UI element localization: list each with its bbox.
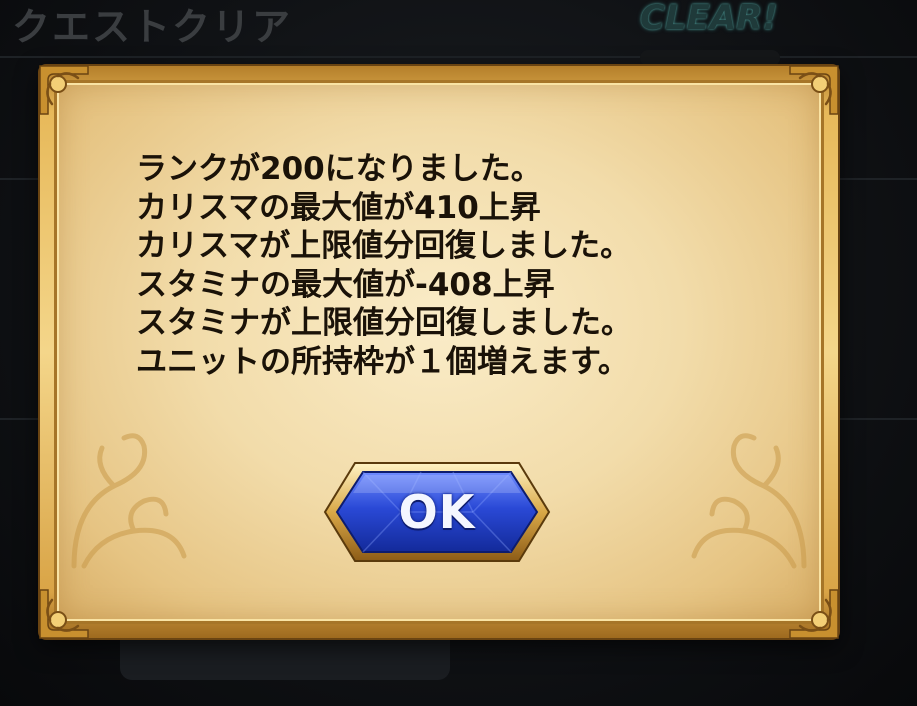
scroll-flourish-icon bbox=[54, 426, 214, 576]
ok-button-label: OK bbox=[398, 485, 476, 539]
rank-up-dialog: ランクが200になりました。 カリスマの最大値が410上昇 カリスマが上限値分回… bbox=[39, 65, 839, 639]
gold-corner-ornament-icon bbox=[784, 60, 844, 120]
gold-corner-ornament-icon bbox=[34, 584, 94, 644]
ok-button[interactable]: OK bbox=[321, 459, 553, 565]
game-screen: クエストクリア CLEAR! ランクが200になりました。 カリスマの最大値が4… bbox=[0, 0, 917, 706]
message-line: スタミナが上限値分回復しました。 bbox=[136, 305, 632, 341]
message-line: スタミナの最大値が-408上昇 bbox=[136, 266, 555, 303]
scroll-flourish-icon bbox=[664, 426, 824, 576]
message-line: カリスマの最大値が410上昇 bbox=[136, 189, 541, 226]
message-line: ユニットの所持枠が１個増えます。 bbox=[136, 343, 629, 380]
dialog-message: ランクが200になりました。 カリスマの最大値が410上昇 カリスマが上限値分回… bbox=[136, 150, 776, 381]
background-panel bbox=[640, 50, 780, 66]
message-line: カリスマが上限値分回復しました。 bbox=[136, 228, 632, 264]
screen-title: クエストクリア bbox=[12, 5, 293, 49]
clear-badge: CLEAR! bbox=[640, 0, 778, 38]
gold-corner-ornament-icon bbox=[34, 60, 94, 120]
gold-corner-ornament-icon bbox=[784, 584, 844, 644]
message-line: ランクが200になりました。 bbox=[136, 151, 542, 187]
